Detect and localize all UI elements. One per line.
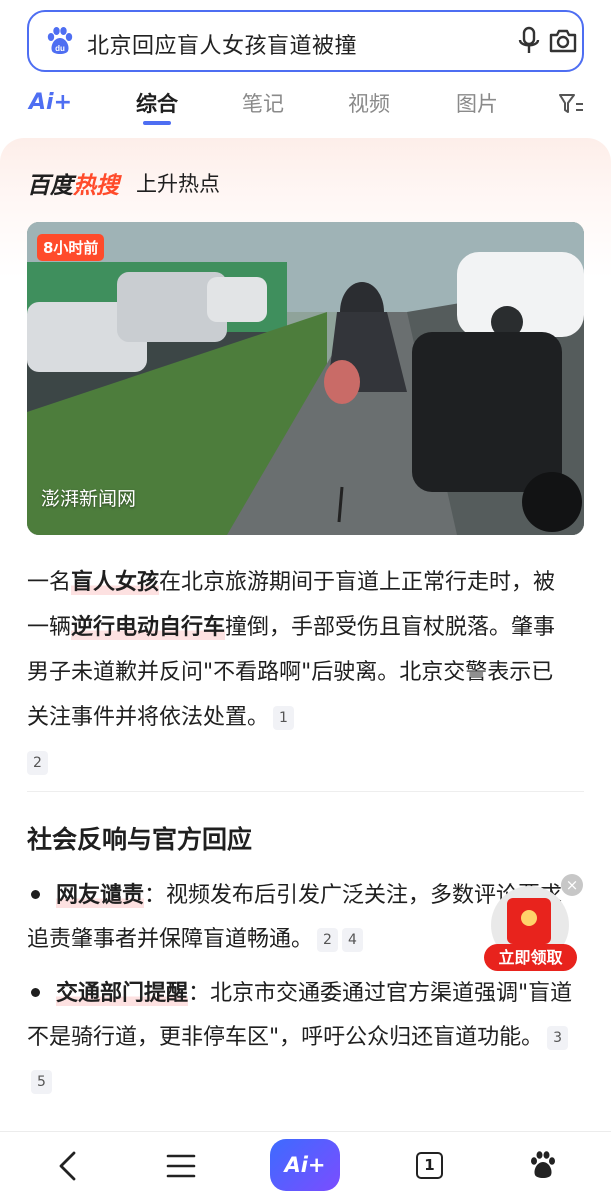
red-envelope-icon[interactable] <box>507 898 551 944</box>
baidu-hot-logo: 百度热搜 <box>27 166 119 200</box>
summary-text-1: 一名 <box>27 570 72 595</box>
citation-badge[interactable]: 5 <box>31 1070 52 1094</box>
claim-red-packet-button[interactable]: 立即领取 <box>484 944 577 971</box>
camera-icon[interactable] <box>547 26 579 56</box>
bullet-dot <box>31 987 40 997</box>
citation-badge[interactable]: 2 <box>27 751 48 775</box>
citation-badge[interactable]: 2 <box>317 928 338 952</box>
baidu-home-icon[interactable] <box>528 1150 558 1180</box>
microphone-icon[interactable] <box>515 26 543 56</box>
tab-all[interactable]: 综合 <box>136 88 178 118</box>
ai-assistant-button[interactable]: Ai+ <box>270 1139 340 1191</box>
search-input[interactable]: 北京回应盲人女孩盲道被撞 <box>87 28 357 60</box>
search-bar[interactable]: du 北京回应盲人女孩盲道被撞 <box>27 10 584 72</box>
citation-badge[interactable]: 3 <box>547 1026 569 1050</box>
video-source: 澎湃新闻网 <box>41 488 137 510</box>
filter-icon[interactable] <box>558 92 584 116</box>
svg-text:du: du <box>55 44 65 53</box>
video-thumbnail[interactable]: 8小时前 澎湃新闻网 <box>27 222 584 535</box>
time-badge: 8小时前 <box>37 234 105 261</box>
summary-highlight-1: 盲人女孩 <box>71 570 160 595</box>
active-tab-indicator <box>143 121 171 125</box>
tab-images[interactable]: 图片 <box>456 88 498 118</box>
tab-videos[interactable]: 视频 <box>348 88 390 118</box>
back-arrow-icon[interactable] <box>54 1150 80 1182</box>
bullet-dot <box>31 889 40 899</box>
citation-badge[interactable]: 1 <box>273 706 294 730</box>
bullet-label: 网友谴责 <box>56 883 145 908</box>
bullet-item: 交通部门提醒：北京市交通委通过官方渠道强调"盲道不是骑行道，更非停车区"，呼吁公… <box>27 972 582 1104</box>
hot-logo-baidu: 百度 <box>27 173 73 199</box>
baidu-paw-icon: du <box>47 27 73 54</box>
tab-bar: Ai+ 综合 笔记 视频 图片 <box>0 78 611 130</box>
menu-icon[interactable] <box>166 1152 196 1180</box>
summary-paragraph: 一名盲人女孩在北京旅游期间于盲道上正常行走时，被一辆逆行电动自行车撞倒，手部受伤… <box>27 560 572 785</box>
tabs-count-button[interactable]: 1 <box>416 1152 443 1179</box>
citation-badge[interactable]: 4 <box>341 928 363 952</box>
close-icon[interactable]: × <box>561 874 583 896</box>
section-title: 社会反响与官方回应 <box>27 825 253 854</box>
hot-logo-resou: 热搜 <box>73 173 119 199</box>
bullet-label: 交通部门提醒 <box>56 981 189 1006</box>
tab-ai[interactable]: Ai+ <box>29 90 72 115</box>
tab-notes[interactable]: 笔记 <box>242 88 284 118</box>
summary-highlight-2: 逆行电动自行车 <box>71 615 226 640</box>
divider <box>27 791 584 792</box>
hot-subtitle: 上升热点 <box>136 172 220 196</box>
